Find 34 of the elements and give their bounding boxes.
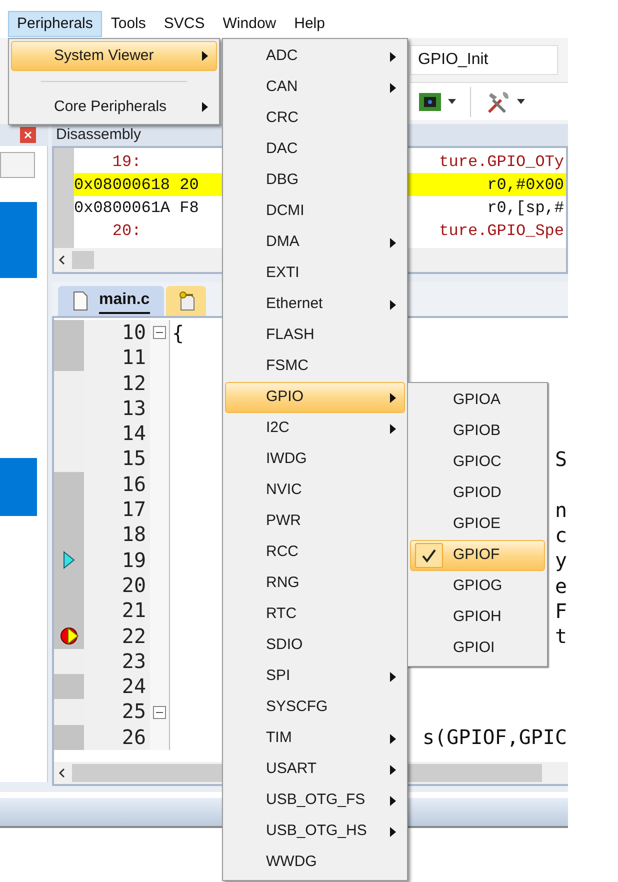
code-line: F bbox=[554, 598, 568, 625]
line-number: 17 bbox=[84, 497, 150, 522]
code-line: S bbox=[554, 446, 568, 474]
code-line: 0x08000618 20 bbox=[74, 174, 199, 196]
line-number: 10 bbox=[84, 320, 150, 346]
line-number: 22 bbox=[84, 624, 150, 649]
code-line: 20: bbox=[111, 220, 142, 242]
code-line: r0,[sp,# bbox=[487, 198, 565, 218]
line-number: 25 bbox=[84, 699, 150, 725]
line-number: 12 bbox=[84, 370, 150, 396]
line-number: 14 bbox=[84, 421, 150, 446]
code-line: e bbox=[554, 572, 568, 600]
line-number: 18 bbox=[84, 522, 150, 548]
code-line: c bbox=[554, 522, 568, 550]
line-number: 21 bbox=[84, 598, 150, 624]
line-number: 19 bbox=[84, 548, 150, 573]
line-number: 11 bbox=[84, 345, 150, 371]
code-line: 0x0800061A F8 bbox=[74, 198, 199, 218]
line-number: 15 bbox=[84, 446, 150, 472]
line-number: 13 bbox=[84, 396, 150, 422]
line-number: 20 bbox=[84, 572, 150, 598]
line-number: 26 bbox=[84, 724, 150, 750]
code-line: ture.GPIO_OTy bbox=[439, 152, 565, 172]
code-line: { bbox=[172, 320, 184, 347]
line-number: 23 bbox=[84, 648, 150, 674]
code-line: ture.GPIO_Spe bbox=[439, 220, 565, 242]
code-line: s(GPIOF,GPIC bbox=[422, 724, 568, 752]
code-line: y bbox=[554, 547, 568, 574]
line-number: 24 bbox=[84, 674, 150, 700]
code-line: t bbox=[554, 623, 568, 650]
line-number: 16 bbox=[84, 472, 150, 498]
code-line: 19: bbox=[111, 152, 142, 172]
code-line: n bbox=[554, 496, 568, 524]
code-line: r0,#0x00 bbox=[487, 174, 565, 196]
